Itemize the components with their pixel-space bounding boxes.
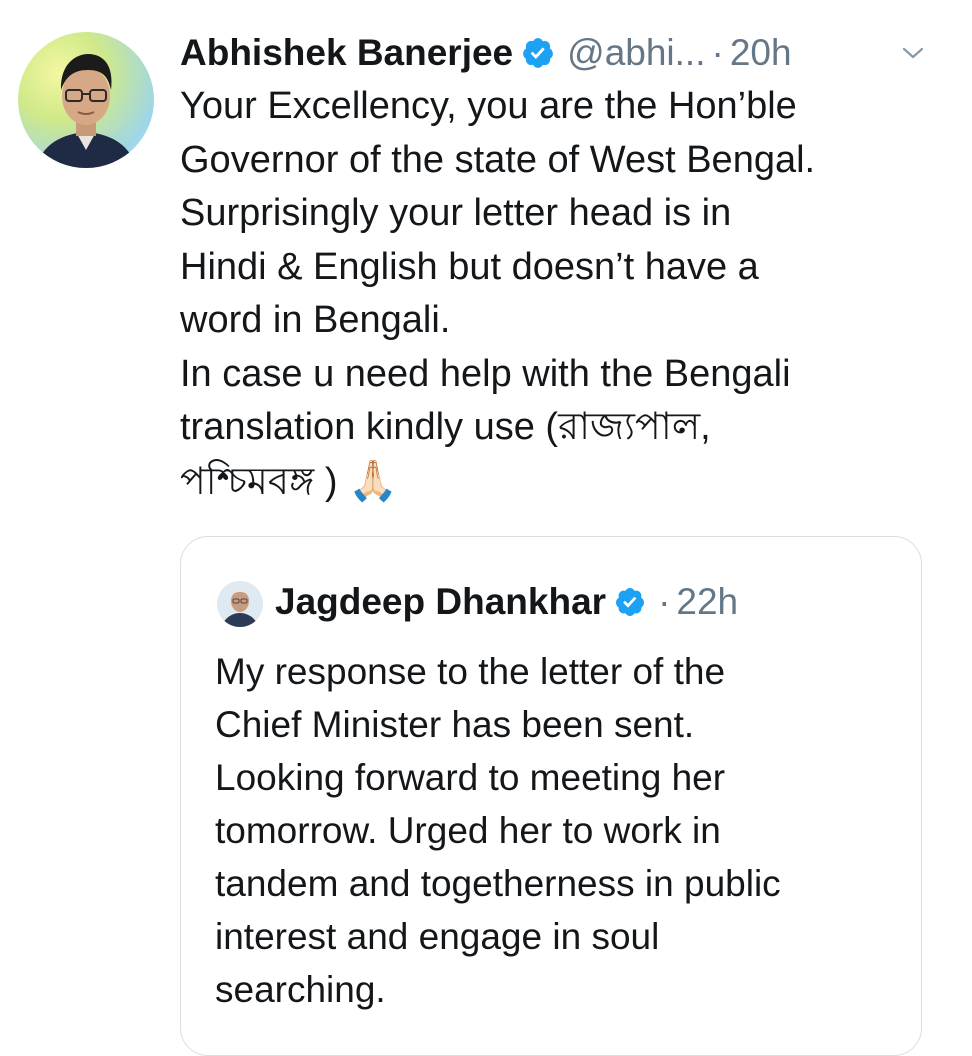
separator-dot: · [711,32,724,73]
quoted-tweet-text-line: interest and engage in soul [215,916,660,957]
verified-badge-icon [614,586,646,618]
tweet-text-line: Your Excellency, you are the Hon’ble [180,85,797,127]
verified-badge-icon [521,36,555,70]
author-name[interactable]: Abhishek Banerjee [180,32,513,74]
quoted-tweet-text-line: searching. [215,969,386,1010]
quoted-tweet-text-line: Chief Minister has been sent. [215,704,695,745]
tweet-text-bengali: পশ্চিমবঙ্গ ) [180,460,338,503]
tweet-text-line: translation kindly use (রাজ্যপাল, [180,406,711,448]
author-handle[interactable]: @abhi... [567,32,705,74]
tweet-text-line: In case u need help with the Bengali [180,352,791,395]
separator-dot: · [658,581,671,622]
quoted-tweet-header: Jagdeep Dhankhar · 22h [275,577,738,627]
tweet-text: Your Excellency, you are the Hon’ble Gov… [180,80,940,509]
tweet-text-last-line: পশ্চিমবঙ্গ ) 🙏🏻 [180,455,940,510]
quoted-tweet-text-line: tandem and togetherness in public [215,863,781,904]
quoted-tweet-text-line: My response to the letter of the [215,651,726,692]
tweet-timestamp[interactable]: 20h [730,32,792,74]
avatar-photo-icon [36,54,136,168]
tweet-text-line: word in Bengali. [180,299,451,341]
quoted-tweet-timestamp[interactable]: 22h [676,581,738,623]
quoted-author-avatar[interactable] [217,581,263,627]
folded-hands-emoji-icon: 🙏🏻 [348,458,398,503]
tweet-text-line: Governor of the state of West Bengal. [180,138,816,181]
chevron-down-icon[interactable] [898,38,928,68]
tweet[interactable]: Abhishek Banerjee @abhi... · 20h Your Ex… [0,0,972,1056]
tweet-text-line: Hindi & English but doesn’t have a [180,245,759,288]
tweet-header: Abhishek Banerjee @abhi... · 20h [180,28,792,78]
quoted-tweet-text: My response to the letter of the Chief M… [215,645,905,1016]
quoted-author-name[interactable]: Jagdeep Dhankhar [275,581,606,623]
avatar-photo-icon [217,581,263,627]
quoted-tweet-card[interactable]: Jagdeep Dhankhar · 22h My response to th… [180,536,922,1056]
tweet-text-line: Surprisingly your letter head is in [180,192,732,234]
author-avatar[interactable] [18,32,154,168]
quoted-tweet-text-line: Looking forward to meeting her [215,757,726,798]
quoted-tweet-text-line: tomorrow. Urged her to work in [215,810,721,851]
